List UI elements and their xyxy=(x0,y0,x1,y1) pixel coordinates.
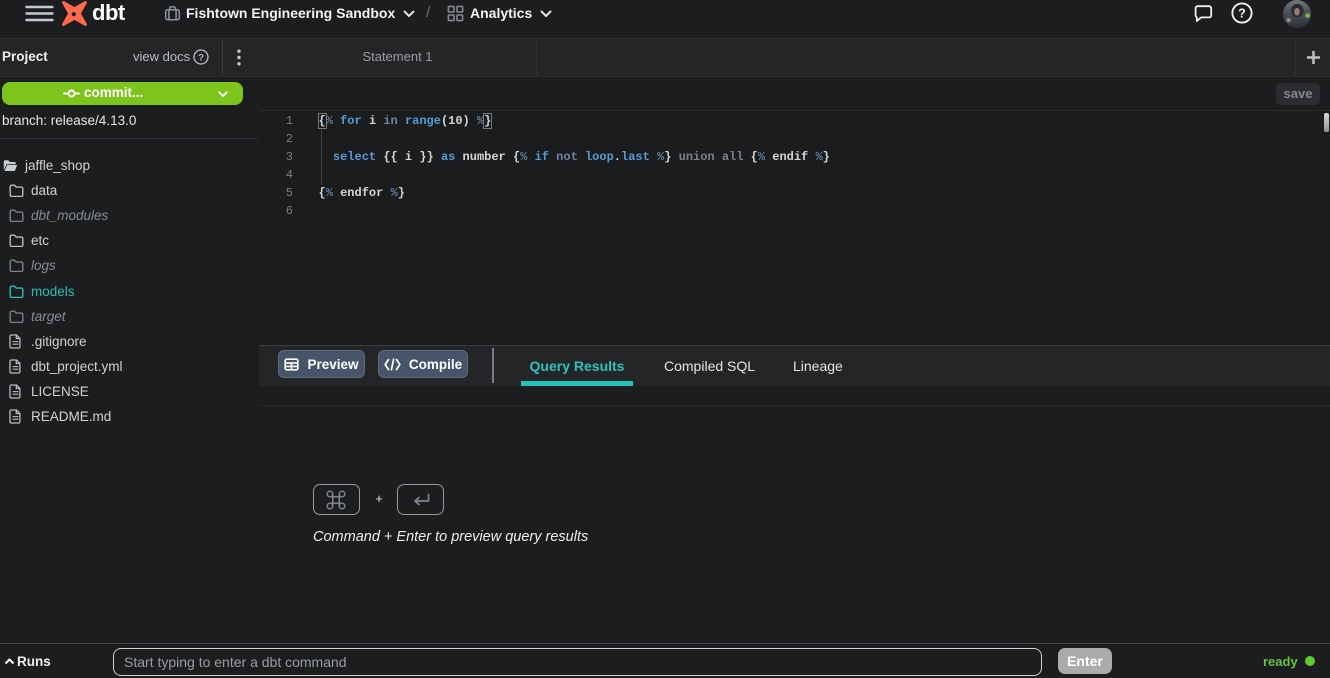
svg-text:?: ? xyxy=(198,52,204,63)
svg-text:?: ? xyxy=(1238,6,1246,20)
